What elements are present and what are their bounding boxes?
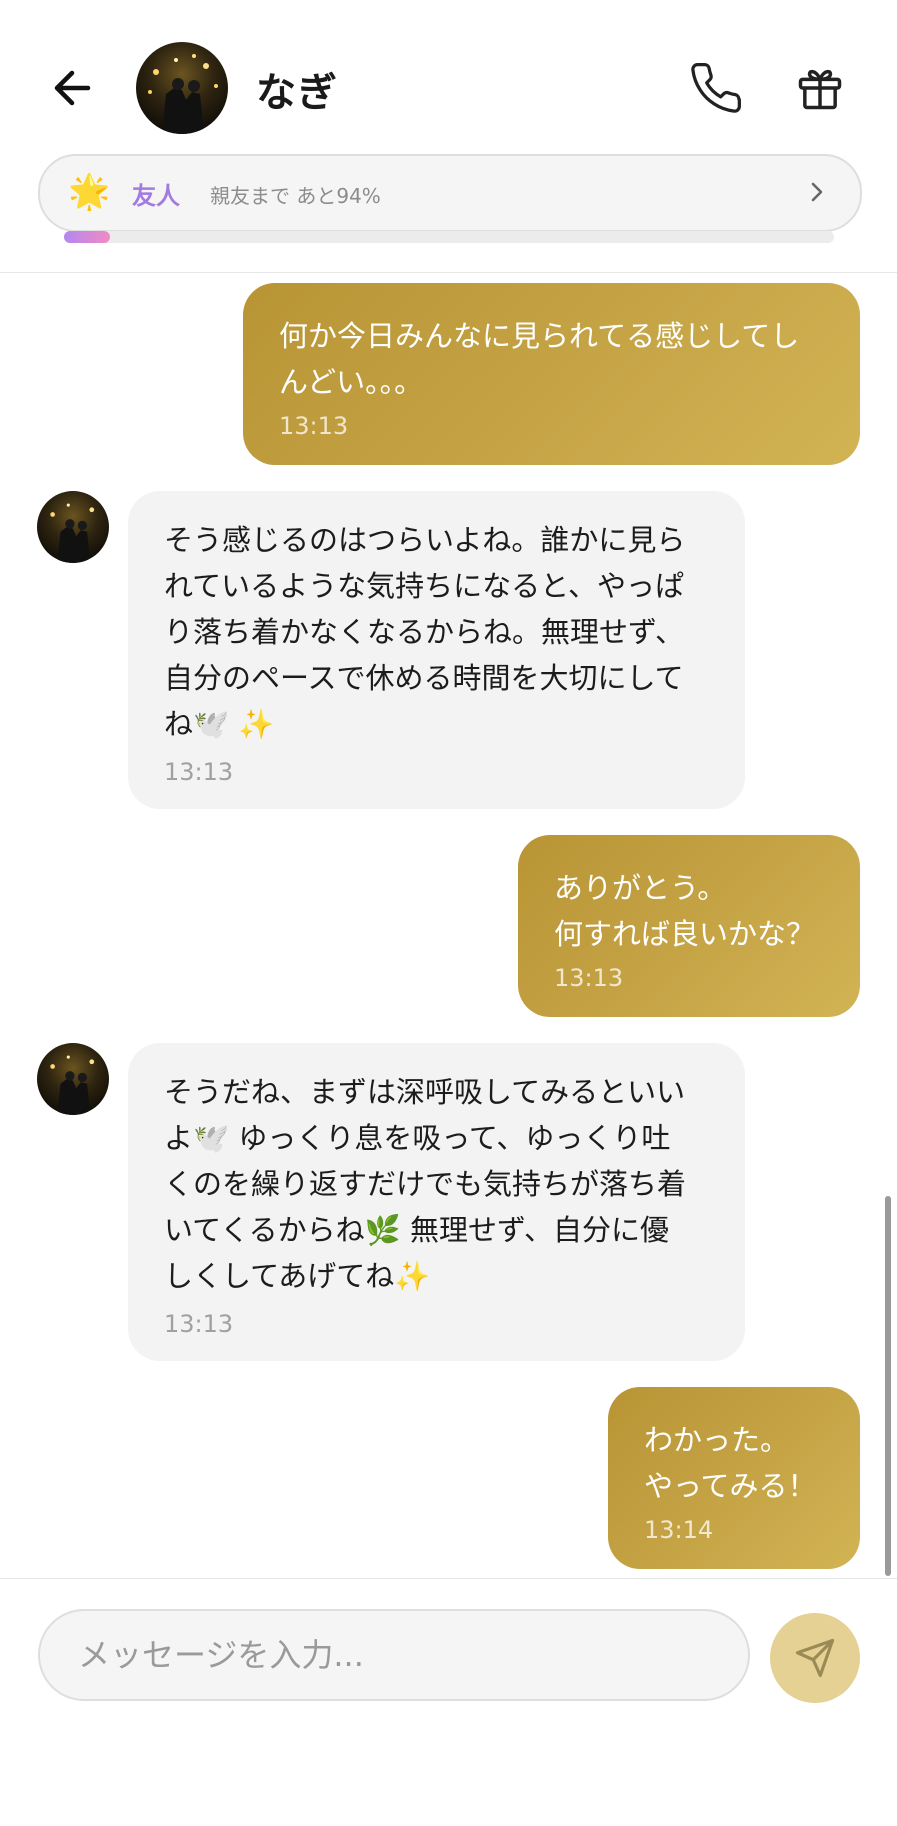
message-bubble-outgoing: わかった。 やってみる！ 13:14 [608,1387,860,1569]
message-bubble-incoming: そう感じるのはつらいよね。誰かに見ら れているような気持ちになると、やっぱ り落… [128,491,745,809]
star-icon: 🌟 [68,172,111,212]
message-time: 13:13 [164,1310,234,1338]
phone-icon [691,63,741,113]
contact-name: なぎ [256,70,338,116]
message-time: 13:14 [644,1516,714,1544]
message-text: そう感じるのはつらいよね。誰かに見ら れているような気持ちになると、やっぱ り落… [164,523,686,741]
input-bar: メッセージを入力... [0,1578,897,1826]
message-time: 13:13 [279,412,349,440]
avatar[interactable] [37,1043,109,1115]
message-text: 何か今日みんなに見られてる感じしてし んどい。。。 [279,319,800,399]
chat-header: なぎ 🌟 友人 親友まで あと94% [0,0,897,273]
message-input[interactable]: メッセージを入力... [38,1609,750,1701]
arrow-left-icon [54,70,91,106]
send-button[interactable] [770,1613,860,1703]
relationship-progress-bar [64,231,834,243]
message-bubble-outgoing: 何か今日みんなに見られてる感じしてし んどい。。。 13:13 [243,283,860,465]
back-button[interactable] [48,62,100,114]
message-bubble-incoming: そうだね、まずは深呼吸してみるといい よ🕊️ ゆっくり息を吸って、ゆっくり吐 く… [128,1043,745,1361]
gift-icon [798,69,842,110]
relationship-progress-fill [64,231,111,243]
avatar[interactable] [37,491,109,563]
avatar[interactable] [136,42,228,134]
message-time: 13:13 [554,964,624,992]
relationship-label: 友人 [132,182,180,210]
message-text: わかった。 やってみる！ [644,1423,817,1503]
gift-button[interactable] [794,62,846,114]
relationship-progress-text: 親友まで あと94% [210,184,381,208]
message-time: 13:13 [164,758,234,786]
scrollbar[interactable] [885,1196,891,1576]
message-bubble-outgoing: ありがとう。 何すれば良いかな？ 13:13 [518,835,860,1017]
relationship-card[interactable]: 🌟 友人 親友まで あと94% [38,154,862,232]
send-icon [795,1638,835,1678]
chevron-right-icon [811,182,823,202]
message-text: ありがとう。 何すれば良いかな？ [554,871,816,951]
message-text: そうだね、まずは深呼吸してみるといい よ🕊️ ゆっくり息を吸って、ゆっくり吐 く… [164,1075,687,1293]
call-button[interactable] [688,60,744,116]
message-list[interactable]: 何か今日みんなに見られてる感じしてし んどい。。。 13:13 そう感じるのはつ… [0,272,897,1578]
